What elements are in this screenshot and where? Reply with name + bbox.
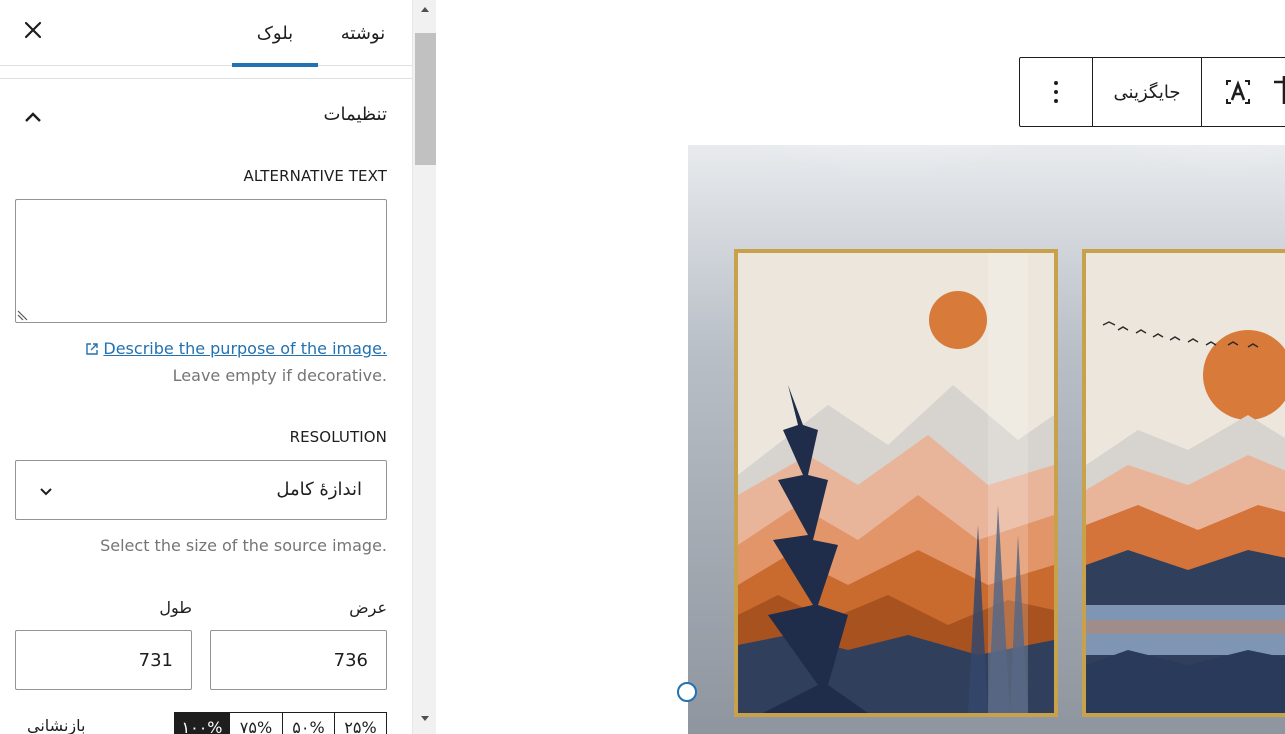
scale-75-button[interactable]: ۷۵% [230,712,283,734]
close-sidebar-button[interactable] [18,15,48,45]
settings-panel-toggle[interactable] [20,104,46,130]
resolution-select[interactable]: اندازهٔ کامل [15,460,387,520]
resize-grip-icon[interactable] [17,309,29,321]
block-settings-sidebar: بلوک نوشته تنظیمات ALTERNATIVE TEXT Desc… [0,0,412,734]
vertical-ellipsis-icon [1054,81,1058,103]
panel-divider [0,78,412,79]
sidebar-header: بلوک نوشته [0,0,412,67]
replace-button-label: جایگزینی [1113,81,1181,103]
scale-25-button[interactable]: ۲۵% [335,712,387,734]
describe-image-link[interactable]: Describe the purpose of the image. [85,339,387,358]
settings-panel-title: تنظیمات [323,104,387,125]
more-options-button[interactable] [1020,58,1093,126]
text-letter-icon [1226,80,1250,104]
alt-text-input[interactable] [15,199,387,323]
scroll-down-arrow-icon[interactable] [419,713,431,725]
image-resize-handle[interactable] [677,682,697,702]
image-block[interactable] [688,145,1285,734]
editor-canvas: جایگزینی [437,0,1285,734]
close-icon [24,21,42,39]
tab-post-label: نوشته [340,22,386,44]
alt-text-label: ALTERNATIVE TEXT [243,167,387,185]
chevron-up-icon [25,112,41,122]
replace-button[interactable]: جایگزینی [1093,58,1202,126]
crop-button[interactable] [1274,58,1285,126]
block-toolbar: جایگزینی [1019,57,1285,127]
scrollbar-thumb[interactable] [415,33,436,165]
chevron-down-icon [40,488,52,496]
resolution-selected-value: اندازهٔ کامل [276,479,362,500]
tab-block[interactable]: بلوک [232,0,318,67]
describe-image-link-text: Describe the purpose of the image. [103,339,387,358]
crop-icon [1274,76,1285,104]
alt-text-help: Leave empty if decorative. [172,366,387,385]
scale-50-button[interactable]: ۵۰% [283,712,335,734]
height-label: طول [159,598,192,617]
height-input[interactable] [15,630,192,690]
scale-100-button[interactable]: ۱۰۰% [174,712,230,734]
external-link-icon [86,342,99,355]
width-input[interactable] [210,630,387,690]
sidebar-scrollbar[interactable] [412,0,436,734]
text-over-image-button[interactable] [1202,58,1274,126]
resolution-help: Select the size of the source image. [100,536,387,555]
image-scale-buttons: ۱۰۰% ۷۵% ۵۰% ۲۵% [174,712,387,734]
tab-post[interactable]: نوشته [326,0,400,66]
wall-art-image [688,145,1285,734]
width-label: عرض [349,598,387,617]
scroll-up-arrow-icon[interactable] [419,3,431,15]
reset-button[interactable]: بازنشانی [27,716,85,734]
resolution-label: RESOLUTION [289,428,387,446]
tab-block-label: بلوک [256,22,294,44]
